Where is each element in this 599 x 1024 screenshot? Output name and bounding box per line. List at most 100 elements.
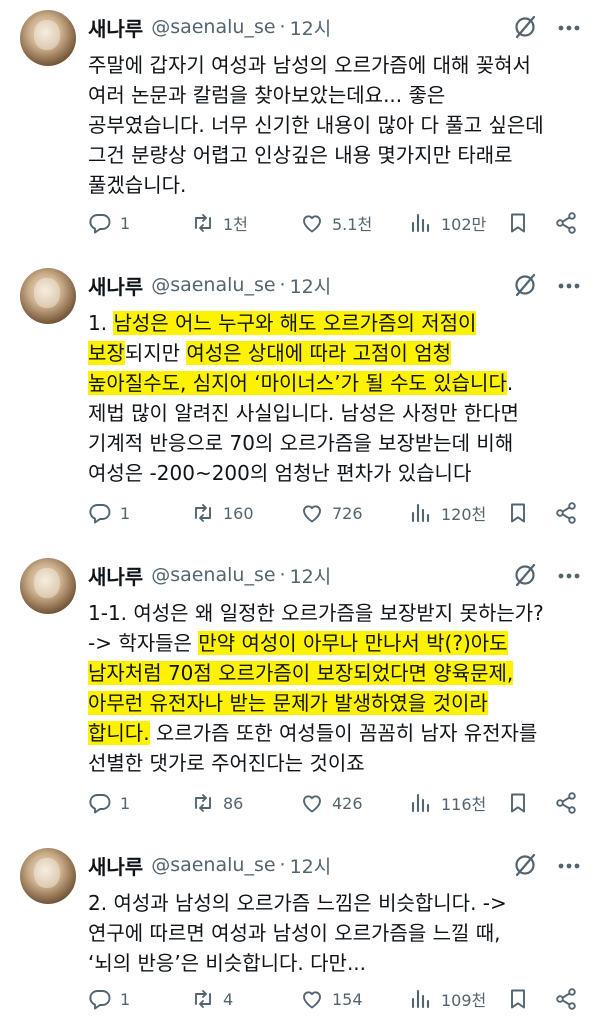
tweet-actions: 1 160 726 120천	[88, 498, 588, 528]
text-segment: 여러 논문과 칼럼을 찾아보았는데요... 좋은	[88, 83, 446, 107]
tweet-line: 높아질수도, 심지어 ‘마이너스’가 될 수도 있습니다.	[88, 368, 593, 398]
views-button[interactable]: 120천	[409, 498, 486, 528]
timestamp[interactable]: 12시	[290, 852, 332, 879]
tweet-text: 1-1. 여성은 왜 일정한 오르가즘을 보장받지 못하는가? -> 학자들은 만…	[88, 598, 593, 778]
timestamp[interactable]: 12시	[290, 14, 332, 41]
more-options-icon[interactable]	[556, 274, 582, 298]
grok-icon[interactable]	[512, 272, 538, 298]
like-count: 426	[332, 793, 363, 813]
bookmark-button[interactable]	[506, 984, 530, 1014]
retweet-icon	[195, 990, 211, 1008]
text-segment: ‘뇌의 반응’은 비슷합니다. 다만...	[88, 951, 367, 975]
retweet-button[interactable]: 160	[191, 498, 254, 528]
view-count: 102만	[441, 215, 487, 234]
reply-icon	[89, 214, 111, 234]
text-segment: 선별한 댓가로 주어진다는 것이죠	[88, 751, 365, 775]
tweet-line: 남자처럼 70점 오르가즘이 보장되었다면 양육문제,	[88, 658, 593, 688]
avatar[interactable]	[20, 848, 76, 904]
avatar[interactable]	[20, 268, 76, 324]
retweet-icon	[195, 794, 211, 812]
like-button[interactable]: 5.1천	[300, 208, 372, 238]
share-button[interactable]	[554, 498, 578, 528]
highlighted-text: 남자처럼 70점 오르가즘이 보장되었다면 양육문제,	[88, 661, 514, 685]
tweet-line: 여러 논문과 칼럼을 찾아보았는데요... 좋은	[88, 80, 593, 110]
like-button[interactable]: 426	[300, 788, 363, 818]
views-button[interactable]: 109천	[409, 984, 486, 1014]
avatar[interactable]	[20, 10, 76, 66]
tweet-actions: 1 86 426 116천	[88, 788, 588, 818]
share-icon	[556, 988, 576, 1010]
share-icon	[556, 212, 576, 234]
highlighted-text: 남성은 어느 누구와 해도 오르가즘의 저점이	[113, 311, 477, 335]
author-handle[interactable]: @saenalu_se	[151, 274, 275, 296]
share-button[interactable]	[554, 208, 578, 238]
like-button[interactable]: 154	[300, 984, 363, 1014]
timestamp[interactable]: 12시	[290, 272, 332, 299]
retweet-count: 1천	[223, 215, 248, 234]
share-button[interactable]	[554, 984, 578, 1014]
grok-icon[interactable]	[512, 562, 538, 588]
tweet-header: 새나루 @saenalu_se · 12시	[88, 850, 331, 880]
retweet-icon	[195, 504, 211, 522]
more-options-icon[interactable]	[556, 16, 582, 40]
like-button[interactable]: 726	[300, 498, 363, 528]
separator-dot: ·	[279, 854, 286, 876]
highlighted-text: 여성은 상대에 따라 고점이 엄청	[186, 341, 452, 365]
share-button[interactable]	[554, 788, 578, 818]
bookmark-button[interactable]	[506, 208, 530, 238]
reply-button[interactable]: 1	[88, 208, 130, 238]
grok-icon[interactable]	[512, 852, 538, 878]
views-button[interactable]: 102만	[409, 208, 486, 238]
more-options-icon[interactable]	[556, 564, 582, 588]
tweet-text: 1. 남성은 어느 누구와 해도 오르가즘의 저점이 보장되지만 여성은 상대에 …	[88, 308, 593, 488]
retweet-icon	[195, 214, 211, 232]
reply-count: 1	[120, 503, 131, 523]
author-name[interactable]: 새나루	[88, 851, 143, 880]
bookmark-icon	[511, 793, 525, 813]
author-handle[interactable]: @saenalu_se	[151, 16, 275, 38]
bookmark-button[interactable]	[506, 788, 530, 818]
text-segment: 기계적 반응으로 70의 오르가즘을 보장받는데 비해	[88, 431, 514, 455]
author-handle[interactable]: @saenalu_se	[151, 564, 275, 586]
retweet-button[interactable]: 1천	[191, 208, 248, 238]
reply-count: 1	[120, 989, 131, 1009]
reply-button[interactable]: 1	[88, 788, 130, 818]
author-name[interactable]: 새나루	[88, 561, 143, 590]
bookmark-button[interactable]	[506, 498, 530, 528]
views-button[interactable]: 116천	[409, 788, 486, 818]
reply-icon	[89, 794, 111, 814]
timestamp[interactable]: 12시	[290, 562, 332, 589]
text-segment: 여성은 -200~200의 엄청난 편차가 있습니다	[88, 461, 472, 485]
author-handle[interactable]: @saenalu_se	[151, 854, 275, 876]
tweet-line: 1. 남성은 어느 누구와 해도 오르가즘의 저점이	[88, 308, 593, 338]
reply-button[interactable]: 1	[88, 984, 130, 1014]
heart-icon	[303, 795, 321, 813]
text-segment: -> 학자들은	[88, 631, 199, 655]
retweet-button[interactable]: 86	[191, 788, 243, 818]
tweet-line: 1-1. 여성은 왜 일정한 오르가즘을 보장받지 못하는가?	[88, 598, 593, 628]
bookmark-icon	[511, 989, 525, 1009]
tweet-line: 보장되지만 여성은 상대에 따라 고점이 엄청	[88, 338, 593, 368]
tweet-actions: 1 1천 5.1천 102만	[88, 208, 588, 238]
tweet-line: 그건 분량상 어렵고 인상깊은 내용 몇가지만 타래로	[88, 140, 593, 170]
author-name[interactable]: 새나루	[88, 13, 143, 42]
tweet-line: 선별한 댓가로 주어진다는 것이죠	[88, 748, 593, 778]
more-options-icon[interactable]	[556, 854, 582, 878]
text-segment: 되지만	[124, 341, 187, 365]
reply-count: 1	[120, 793, 131, 813]
share-icon	[556, 502, 576, 524]
tweet-feed: 새나루 @saenalu_se · 12시 주말에 갑자기 여성과 남성의 오르…	[0, 0, 599, 1024]
heart-icon	[303, 215, 321, 233]
retweet-button[interactable]: 4	[191, 984, 233, 1014]
tweet-line: 주말에 갑자기 여성과 남성의 오르가즘에 대해 꽂혀서	[88, 50, 593, 80]
avatar[interactable]	[20, 558, 76, 614]
text-segment: 공부였습니다. 너무 신기한 내용이 많아 다 풀고 싶은데	[88, 113, 544, 137]
views-icon	[411, 503, 430, 523]
author-name[interactable]: 새나루	[88, 271, 143, 300]
retweet-count: 160	[223, 503, 254, 523]
highlighted-text: 만약 여성이 아무나 만나서 박(?)아도	[198, 631, 508, 655]
reply-button[interactable]: 1	[88, 498, 130, 528]
grok-icon[interactable]	[512, 14, 538, 40]
retweet-count: 86	[223, 793, 244, 813]
tweet-text: 2. 여성과 남성의 오르가즘 느낌은 비슷합니다. -> 연구에 따르면 여성과…	[88, 888, 593, 978]
